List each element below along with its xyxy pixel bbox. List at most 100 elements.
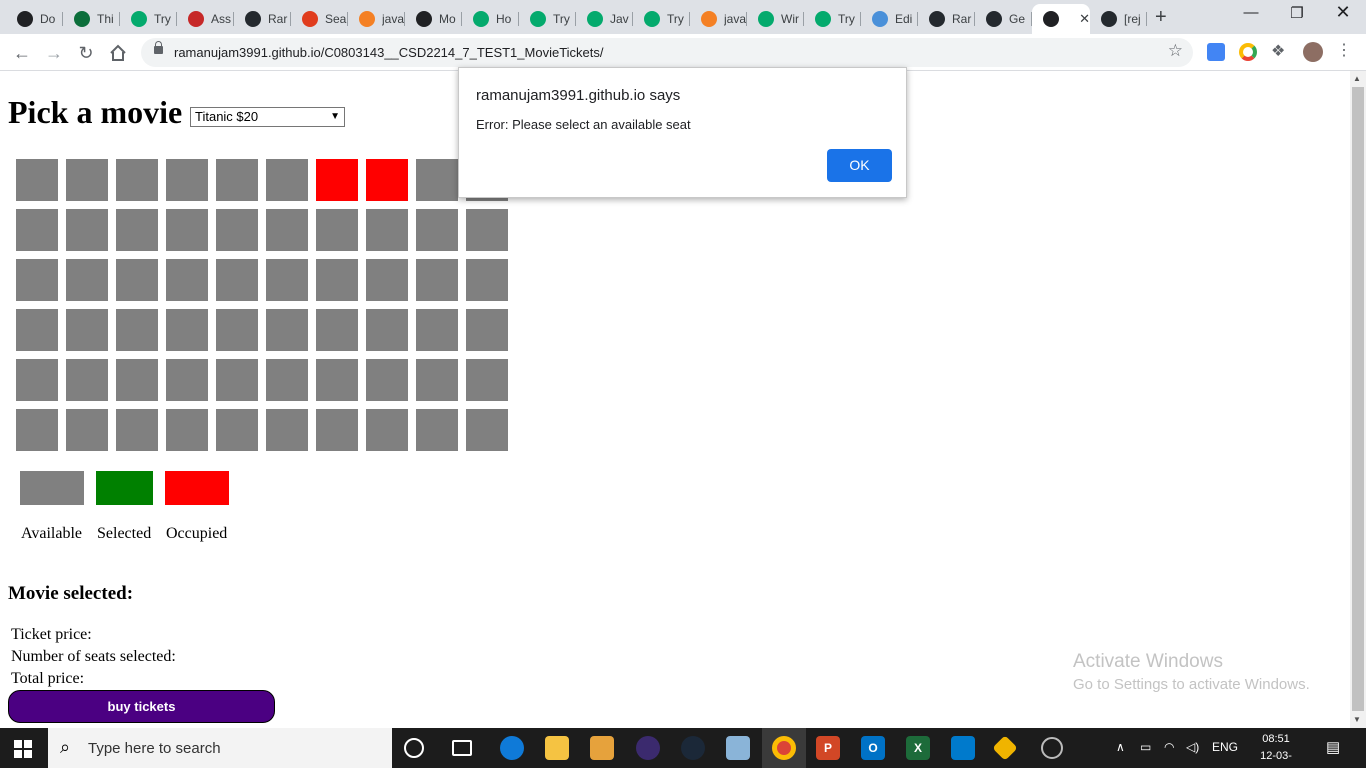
volume-icon[interactable]: ◁): [1186, 740, 1199, 754]
seat-available[interactable]: [366, 409, 408, 451]
seat-available[interactable]: [316, 409, 358, 451]
browser-tab[interactable]: Try: [804, 4, 861, 34]
browser-tab[interactable]: Edi: [861, 4, 918, 34]
seat-available[interactable]: [116, 409, 158, 451]
task-view-icon[interactable]: [452, 740, 472, 756]
browser-tab[interactable]: ✕: [1032, 4, 1090, 34]
seat-available[interactable]: [416, 309, 458, 351]
seat-available[interactable]: [116, 309, 158, 351]
close-tab-icon[interactable]: ✕: [1079, 11, 1090, 27]
excel-icon[interactable]: X: [906, 736, 930, 760]
seat-available[interactable]: [16, 309, 58, 351]
browser-tab[interactable]: [rej: [1090, 4, 1147, 34]
profile-avatar[interactable]: [1303, 42, 1323, 62]
seat-available[interactable]: [66, 259, 108, 301]
wifi-icon[interactable]: ◠: [1164, 740, 1174, 754]
obs-icon[interactable]: [1041, 737, 1063, 759]
tray-chevron-up-icon[interactable]: ∧: [1116, 740, 1125, 754]
extensions-puzzle-icon[interactable]: ❖: [1271, 41, 1289, 60]
seat-available[interactable]: [366, 209, 408, 251]
seat-available[interactable]: [266, 309, 308, 351]
seat-available[interactable]: [466, 409, 508, 451]
browser-tab[interactable]: Jav: [576, 4, 633, 34]
seat-available[interactable]: [266, 209, 308, 251]
seat-available[interactable]: [66, 209, 108, 251]
store-icon[interactable]: [590, 736, 614, 760]
browser-tab[interactable]: Try: [120, 4, 177, 34]
back-button[interactable]: ←: [9, 40, 35, 66]
browser-tab[interactable]: java: [690, 4, 747, 34]
browser-tab[interactable]: Ge: [975, 4, 1032, 34]
seat-available[interactable]: [16, 259, 58, 301]
seat-available[interactable]: [66, 409, 108, 451]
seat-available[interactable]: [216, 359, 258, 401]
eclipse-icon[interactable]: [636, 736, 660, 760]
browser-tab[interactable]: Ho: [462, 4, 519, 34]
seat-available[interactable]: [66, 309, 108, 351]
notifications-icon[interactable]: ▤: [1326, 738, 1340, 756]
seat-available[interactable]: [316, 209, 358, 251]
start-button[interactable]: [14, 740, 32, 758]
taskbar-search[interactable]: ⌕ Type here to search: [48, 728, 392, 768]
movie-select[interactable]: Titanic $20 ▼: [190, 107, 345, 127]
chrome-icon[interactable]: [772, 736, 796, 760]
extension-tab-manager-icon[interactable]: [1207, 43, 1225, 61]
restore-button[interactable]: ❐: [1274, 4, 1320, 22]
seat-available[interactable]: [466, 259, 508, 301]
browser-tab[interactable]: Thi: [63, 4, 120, 34]
seat-available[interactable]: [116, 359, 158, 401]
seat-available[interactable]: [166, 259, 208, 301]
browser-tab[interactable]: Do: [6, 4, 63, 34]
seat-available[interactable]: [416, 409, 458, 451]
new-tab-button[interactable]: +: [1155, 6, 1167, 29]
seat-available[interactable]: [66, 159, 108, 201]
seat-available[interactable]: [216, 209, 258, 251]
vscode-icon[interactable]: [951, 736, 975, 760]
buy-tickets-button[interactable]: buy tickets: [8, 690, 275, 723]
notepad-icon[interactable]: [726, 736, 750, 760]
browser-tab[interactable]: java: [348, 4, 405, 34]
reload-button[interactable]: ↻: [73, 40, 99, 66]
seat-available[interactable]: [166, 159, 208, 201]
edge-icon[interactable]: [500, 736, 524, 760]
ok-button[interactable]: OK: [827, 149, 892, 182]
seat-available[interactable]: [166, 359, 208, 401]
minimize-button[interactable]: —: [1228, 4, 1274, 21]
git-gui-icon[interactable]: [992, 735, 1018, 761]
seat-available[interactable]: [166, 409, 208, 451]
seat-available[interactable]: [316, 259, 358, 301]
close-window-button[interactable]: ✕: [1320, 2, 1366, 23]
steam-icon[interactable]: [681, 736, 705, 760]
seat-available[interactable]: [416, 209, 458, 251]
address-bar[interactable]: ramanujam3991.github.io/C0803143__CSD221…: [141, 38, 1193, 67]
extension-color-icon[interactable]: [1239, 43, 1257, 61]
seat-available[interactable]: [366, 309, 408, 351]
seat-available[interactable]: [216, 309, 258, 351]
seat-available[interactable]: [216, 409, 258, 451]
seat-available[interactable]: [16, 159, 58, 201]
language-indicator[interactable]: ENG: [1212, 740, 1238, 754]
seat-available[interactable]: [216, 159, 258, 201]
seat-available[interactable]: [116, 209, 158, 251]
battery-icon[interactable]: ▭: [1140, 740, 1151, 754]
seat-available[interactable]: [116, 259, 158, 301]
browser-tab[interactable]: Rar: [234, 4, 291, 34]
browser-tab[interactable]: Try: [519, 4, 576, 34]
bookmark-star-icon[interactable]: ☆: [1168, 41, 1183, 61]
seat-available[interactable]: [266, 159, 308, 201]
powerpoint-icon[interactable]: P: [816, 736, 840, 760]
browser-tab[interactable]: Ass: [177, 4, 234, 34]
home-button[interactable]: [105, 40, 131, 66]
page-scrollbar[interactable]: ▲ ▼: [1350, 71, 1366, 728]
seat-available[interactable]: [16, 409, 58, 451]
seat-available[interactable]: [366, 359, 408, 401]
seat-available[interactable]: [416, 159, 458, 201]
scrollbar-thumb[interactable]: [1352, 87, 1364, 711]
seat-available[interactable]: [266, 359, 308, 401]
scroll-up-icon[interactable]: ▲: [1353, 74, 1361, 83]
seat-available[interactable]: [366, 259, 408, 301]
seat-available[interactable]: [266, 409, 308, 451]
browser-tab[interactable]: Wir: [747, 4, 804, 34]
seat-available[interactable]: [466, 309, 508, 351]
seat-available[interactable]: [466, 359, 508, 401]
